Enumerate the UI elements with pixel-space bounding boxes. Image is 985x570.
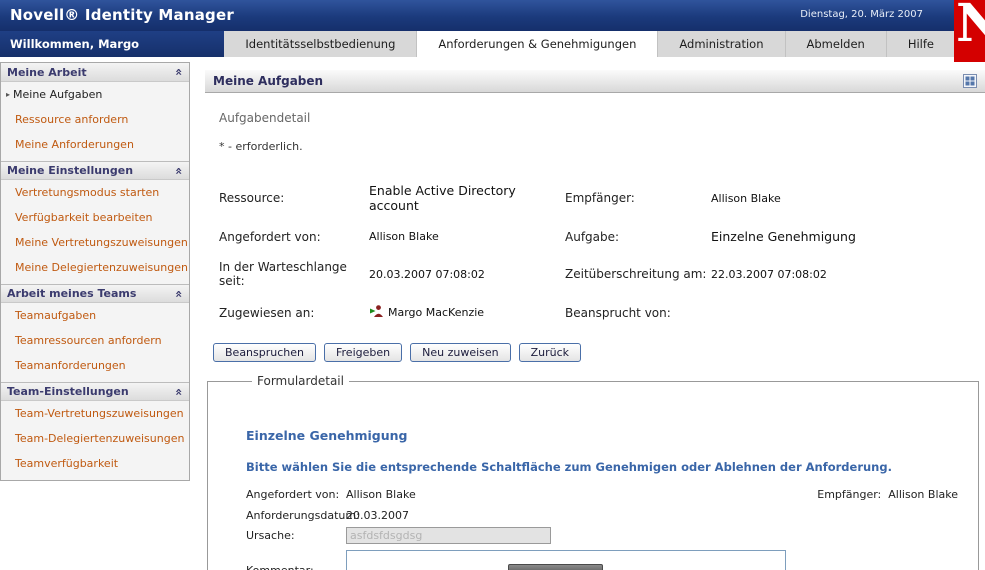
- sidebar-section-title: Arbeit meines Teams: [7, 287, 136, 300]
- form-recipient-group: Empfänger: Allison Blake: [817, 488, 964, 501]
- form-instruction: Bitte wählen Sie die entsprechende Schal…: [246, 460, 964, 474]
- brand-title: Novell® Identity Manager: [10, 6, 234, 24]
- tab-help[interactable]: Hilfe: [886, 31, 955, 57]
- task-detail-grid: Ressource: Enable Active Directory accou…: [219, 183, 985, 321]
- sidebar-section-arbeit-meines-teams: Arbeit meines Teams « Teamaufgaben Teamr…: [1, 284, 189, 382]
- identity-manager-app: Novell® Identity Manager Dienstag, 20. M…: [0, 0, 985, 570]
- sidebar-item-team-delegiertenzuweisungen[interactable]: Team-Delegiertenzuweisungen: [1, 426, 189, 451]
- task-label: Aufgabe:: [565, 230, 711, 244]
- form-row-request-date: Anforderungsdatum: 20.03.2007: [246, 509, 964, 522]
- novell-logo: N: [954, 0, 985, 62]
- collapse-chevron-icon: «: [172, 388, 186, 396]
- collapse-chevron-icon: «: [172, 290, 186, 298]
- sidebar-header-meine-einstellungen[interactable]: Meine Einstellungen «: [1, 161, 189, 180]
- assigned-to-name: Margo MacKenzie: [388, 306, 484, 319]
- portlet-grid-icon[interactable]: [963, 74, 977, 88]
- form-reason-label: Ursache:: [246, 529, 346, 542]
- sidebar-section-meine-einstellungen: Meine Einstellungen « Vertretungsmodus s…: [1, 161, 189, 284]
- assigned-to-value: Margo MacKenzie: [369, 304, 565, 321]
- back-button[interactable]: Zurück: [519, 343, 581, 362]
- reassign-button[interactable]: Neu zuweisen: [410, 343, 511, 362]
- timeout-label: Zeitüberschreitung am:: [565, 267, 711, 281]
- task-action-buttons: Beanspruchen Freigeben Neu zuweisen Zurü…: [213, 343, 985, 362]
- form-heading: Einzelne Genehmigung: [246, 428, 964, 443]
- section-subtitle: Aufgabendetail: [219, 111, 985, 125]
- collapse-chevron-icon: «: [172, 68, 186, 76]
- queued-since-value: 20.03.2007 07:08:02: [369, 268, 565, 281]
- sidebar-item-teamanforderungen[interactable]: Teamanforderungen: [1, 353, 189, 378]
- user-person-icon: [369, 304, 384, 321]
- sidebar-item-meine-anforderungen[interactable]: Meine Anforderungen: [1, 132, 189, 157]
- tab-logout[interactable]: Abmelden: [785, 31, 886, 57]
- sidebar-header-team-einstellungen[interactable]: Team-Einstellungen «: [1, 382, 189, 401]
- form-detail-panel: Formulardetail Einzelne Genehmigung Bitt…: [207, 374, 979, 570]
- form-requested-by-label: Angefordert von:: [246, 488, 346, 501]
- sidebar-section-meine-arbeit: Meine Arbeit « ▸Meine Aufgaben Ressource…: [1, 63, 189, 161]
- novell-logo-letter: N: [956, 0, 985, 54]
- assigned-to-label: Zugewiesen an:: [219, 306, 369, 320]
- sidebar-item-teamressourcen-anfordern[interactable]: Teamressourcen anfordern: [1, 328, 189, 353]
- tab-requests-approvals[interactable]: Anforderungen & Genehmigungen: [416, 31, 657, 57]
- sidebar-header-meine-arbeit[interactable]: Meine Arbeit «: [1, 63, 189, 82]
- tab-strip: Identitätsselbstbedienung Anforderungen …: [224, 31, 985, 57]
- current-date: Dienstag, 20. März 2007: [800, 9, 923, 20]
- reason-input: [346, 527, 551, 544]
- sidebar-navigation: Meine Arbeit « ▸Meine Aufgaben Ressource…: [0, 62, 190, 481]
- sidebar-item-meine-delegiertenzuweisungen[interactable]: Meine Delegiertenzuweisungen: [1, 255, 189, 280]
- sidebar-item-meine-aufgaben[interactable]: ▸Meine Aufgaben: [1, 82, 189, 107]
- portlet-titlebar: Meine Aufgaben: [205, 70, 985, 93]
- claimed-by-label: Beansprucht von:: [565, 306, 711, 320]
- form-comment-label: Kommentar:: [246, 550, 346, 570]
- sidebar-item-verfuegbarkeit-bearbeiten[interactable]: Verfügbarkeit bearbeiten: [1, 205, 189, 230]
- sidebar-section-title: Meine Einstellungen: [7, 164, 133, 177]
- partially-visible-button[interactable]: [508, 564, 603, 570]
- sidebar-section-title: Team-Einstellungen: [7, 385, 129, 398]
- sidebar-section-team-einstellungen: Team-Einstellungen « Team-Vertretungszuw…: [1, 382, 189, 480]
- release-button[interactable]: Freigeben: [324, 343, 402, 362]
- form-row-comment: Kommentar:: [246, 550, 964, 570]
- sidebar-item-label: Meine Aufgaben: [13, 88, 102, 101]
- sidebar-item-ressource-anfordern[interactable]: Ressource anfordern: [1, 107, 189, 132]
- form-request-date-value: 20.03.2007: [346, 509, 409, 522]
- recipient-label: Empfänger:: [565, 191, 711, 205]
- requested-by-label: Angefordert von:: [219, 230, 369, 244]
- task-value: Einzelne Genehmigung: [711, 229, 985, 244]
- welcome-text: Willkommen, Margo: [0, 31, 224, 57]
- recipient-value: Allison Blake: [711, 192, 985, 205]
- form-row-requested-by: Angefordert von: Allison Blake Empfänger…: [246, 488, 964, 501]
- sidebar-item-team-vertretungszuweisungen[interactable]: Team-Vertretungszuweisungen: [1, 401, 189, 426]
- form-row-reason: Ursache:: [246, 527, 964, 544]
- form-recipient-label: Empfänger:: [817, 488, 881, 501]
- current-item-arrow-icon: ▸: [6, 90, 10, 99]
- form-request-date-label: Anforderungsdatum:: [246, 509, 346, 522]
- resource-label: Ressource:: [219, 191, 369, 205]
- collapse-chevron-icon: «: [172, 167, 186, 175]
- main-content: Meine Aufgaben Aufgabendetail * - erford…: [205, 70, 985, 570]
- sidebar-item-meine-vertretungszuweisungen[interactable]: Meine Vertretungszuweisungen: [1, 230, 189, 255]
- sidebar-header-arbeit-meines-teams[interactable]: Arbeit meines Teams «: [1, 284, 189, 303]
- form-requested-by-value: Allison Blake: [346, 488, 416, 501]
- form-detail-legend: Formulardetail: [252, 374, 349, 388]
- sidebar-item-teamaufgaben[interactable]: Teamaufgaben: [1, 303, 189, 328]
- sidebar-item-vertretungsmodus-starten[interactable]: Vertretungsmodus starten: [1, 180, 189, 205]
- requested-by-value: Allison Blake: [369, 230, 565, 243]
- required-note: * - erforderlich.: [219, 140, 985, 153]
- timeout-value: 22.03.2007 07:08:02: [711, 268, 985, 281]
- claim-button[interactable]: Beanspruchen: [213, 343, 316, 362]
- tab-identity-self-service[interactable]: Identitätsselbstbedienung: [224, 31, 416, 57]
- queued-since-label: In der Warteschlange seit:: [219, 260, 369, 288]
- resource-value: Enable Active Directory account: [369, 183, 565, 213]
- form-recipient-value: Allison Blake: [888, 488, 958, 501]
- tab-administration[interactable]: Administration: [657, 31, 784, 57]
- page-title: Meine Aufgaben: [213, 74, 323, 88]
- tab-bar: Willkommen, Margo Identitätsselbstbedien…: [0, 31, 985, 57]
- top-banner: Novell® Identity Manager Dienstag, 20. M…: [0, 0, 985, 31]
- sidebar-section-title: Meine Arbeit: [7, 66, 87, 79]
- sidebar-item-teamverfuegbarkeit[interactable]: Teamverfügbarkeit: [1, 451, 189, 476]
